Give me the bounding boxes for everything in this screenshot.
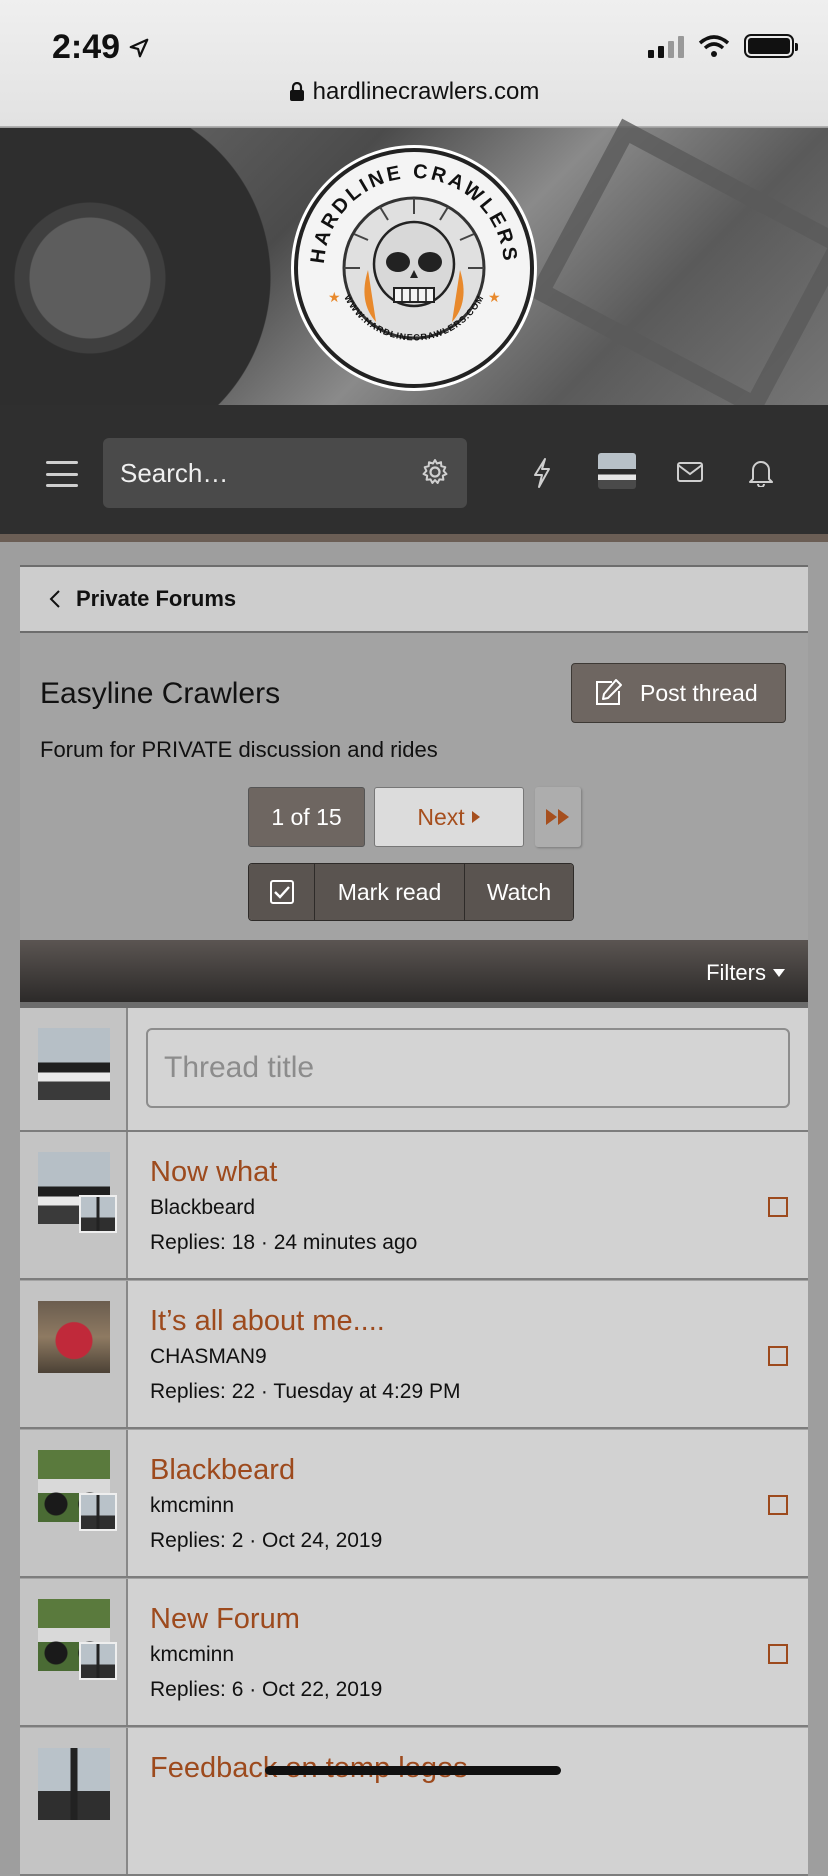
fast-forward-icon: [546, 809, 569, 825]
avatar[interactable]: [38, 1301, 110, 1373]
thread-author[interactable]: Blackbeard: [150, 1196, 255, 1220]
home-indicator[interactable]: [265, 1766, 561, 1775]
page-indicator[interactable]: 1 of 15: [248, 787, 365, 847]
thread-row[interactable]: Now what Blackbeard Replies: 18 · 24 min…: [20, 1132, 808, 1280]
thread-meta: Replies: 2 · Oct 24, 2019: [150, 1529, 383, 1552]
lightning-icon[interactable]: [530, 457, 554, 489]
clock-text: 2:49: [52, 28, 121, 66]
forum-description: Forum for PRIVATE discussion and rides: [40, 737, 438, 762]
thread-author[interactable]: kmcminn: [150, 1643, 234, 1667]
bell-icon[interactable]: [748, 457, 774, 487]
thread-author[interactable]: kmcminn: [150, 1494, 234, 1518]
next-label: Next: [417, 803, 465, 830]
battery-icon: [744, 34, 798, 58]
mail-icon[interactable]: [676, 461, 704, 483]
menu-icon[interactable]: [46, 461, 78, 487]
thread-meta: Replies: 6 · Oct 22, 2019: [150, 1678, 383, 1701]
banner-background-art: [528, 118, 828, 418]
location-arrow-icon: [129, 38, 149, 57]
skull-logo-icon: HARDLINE CRAWLERS WWW.HARDLINECRAWLERS.C…: [304, 158, 524, 378]
thread-row[interactable]: Feedback on temp logos: [20, 1728, 808, 1876]
avatar[interactable]: [38, 1748, 110, 1820]
caret-down-icon: [773, 969, 785, 977]
thread-author[interactable]: CHASMAN9: [150, 1345, 267, 1369]
url-text: hardlinecrawlers.com: [312, 78, 540, 105]
thread-select-checkbox[interactable]: [768, 1346, 788, 1366]
post-thread-label: Post thread: [640, 679, 758, 706]
last-page-button[interactable]: [535, 787, 581, 847]
last-poster-avatar[interactable]: [79, 1642, 117, 1680]
browser-status-bar: 2:49 hardlinecrawlers.com: [0, 0, 828, 127]
filters-label: Filters: [706, 960, 766, 985]
svg-text:★: ★: [488, 290, 501, 306]
search-placeholder: Search…: [120, 458, 229, 488]
thread-meta: Replies: 22 · Tuesday at 4:29 PM: [150, 1380, 461, 1403]
avatar-column: [20, 1008, 128, 1130]
thread-row[interactable]: It’s all about me.... CHASMAN9 Replies: …: [20, 1281, 808, 1429]
search-box[interactable]: Search…: [103, 438, 467, 508]
next-page-button[interactable]: Next: [374, 787, 524, 847]
thread-select-checkbox[interactable]: [768, 1495, 788, 1515]
thread-title-input[interactable]: [146, 1028, 790, 1108]
filters-button[interactable]: Filters: [706, 960, 786, 986]
watch-button[interactable]: Watch: [465, 864, 573, 920]
site-banner: HARDLINE CRAWLERS WWW.HARDLINECRAWLERS.C…: [0, 118, 828, 418]
lock-icon: [289, 82, 304, 101]
status-time: 2:49: [52, 28, 150, 67]
thread-row[interactable]: New Forum kmcminn Replies: 6 · Oct 22, 2…: [20, 1579, 808, 1727]
address-bar[interactable]: hardlinecrawlers.com: [0, 78, 828, 106]
breadcrumb[interactable]: Private Forums: [20, 565, 808, 633]
new-thread-row: [20, 1008, 808, 1132]
gear-icon[interactable]: [421, 458, 449, 486]
avatar-column: [20, 1728, 128, 1874]
avatar-column: [20, 1430, 128, 1576]
cellular-signal-icon: [648, 34, 684, 58]
thread-title[interactable]: Blackbeard: [150, 1454, 295, 1487]
thread-select-checkbox[interactable]: [768, 1197, 788, 1217]
avatar[interactable]: [38, 1028, 110, 1100]
post-thread-button[interactable]: Post thread: [571, 663, 786, 723]
thread-meta: Replies: 18 · 24 minutes ago: [150, 1231, 418, 1254]
page-title: Easyline Crawlers: [40, 677, 281, 710]
status-icons: [648, 34, 798, 58]
wifi-icon: [698, 35, 730, 57]
content-panel: Private Forums Easyline Crawlers Forum f…: [20, 565, 808, 1876]
thread-row[interactable]: Blackbeard kmcminn Replies: 2 · Oct 24, …: [20, 1430, 808, 1578]
thread-select-checkbox[interactable]: [768, 1644, 788, 1664]
svg-text:★: ★: [328, 290, 341, 306]
select-toggle-button[interactable]: [249, 864, 315, 920]
last-poster-avatar[interactable]: [79, 1493, 117, 1531]
avatar-column: [20, 1579, 128, 1725]
thread-title[interactable]: New Forum: [150, 1603, 300, 1636]
filter-bar: Filters: [20, 940, 808, 1008]
thread-title[interactable]: It’s all about me....: [150, 1305, 385, 1338]
thread-actions-group: Mark read Watch: [248, 863, 574, 921]
user-avatar[interactable]: [598, 453, 636, 489]
thread-title[interactable]: Now what: [150, 1156, 277, 1189]
caret-right-icon: [471, 811, 480, 823]
checkbox-icon: [269, 880, 294, 904]
avatar-column: [20, 1281, 128, 1427]
breadcrumb-label: Private Forums: [76, 586, 237, 611]
chevron-left-icon: [49, 590, 60, 608]
mark-read-button[interactable]: Mark read: [315, 864, 465, 920]
edit-icon: [596, 679, 622, 705]
last-poster-avatar[interactable]: [79, 1195, 117, 1233]
avatar-column: [20, 1132, 128, 1278]
nav-bar: Search…: [0, 405, 828, 542]
site-logo[interactable]: HARDLINE CRAWLERS WWW.HARDLINECRAWLERS.C…: [294, 148, 534, 388]
